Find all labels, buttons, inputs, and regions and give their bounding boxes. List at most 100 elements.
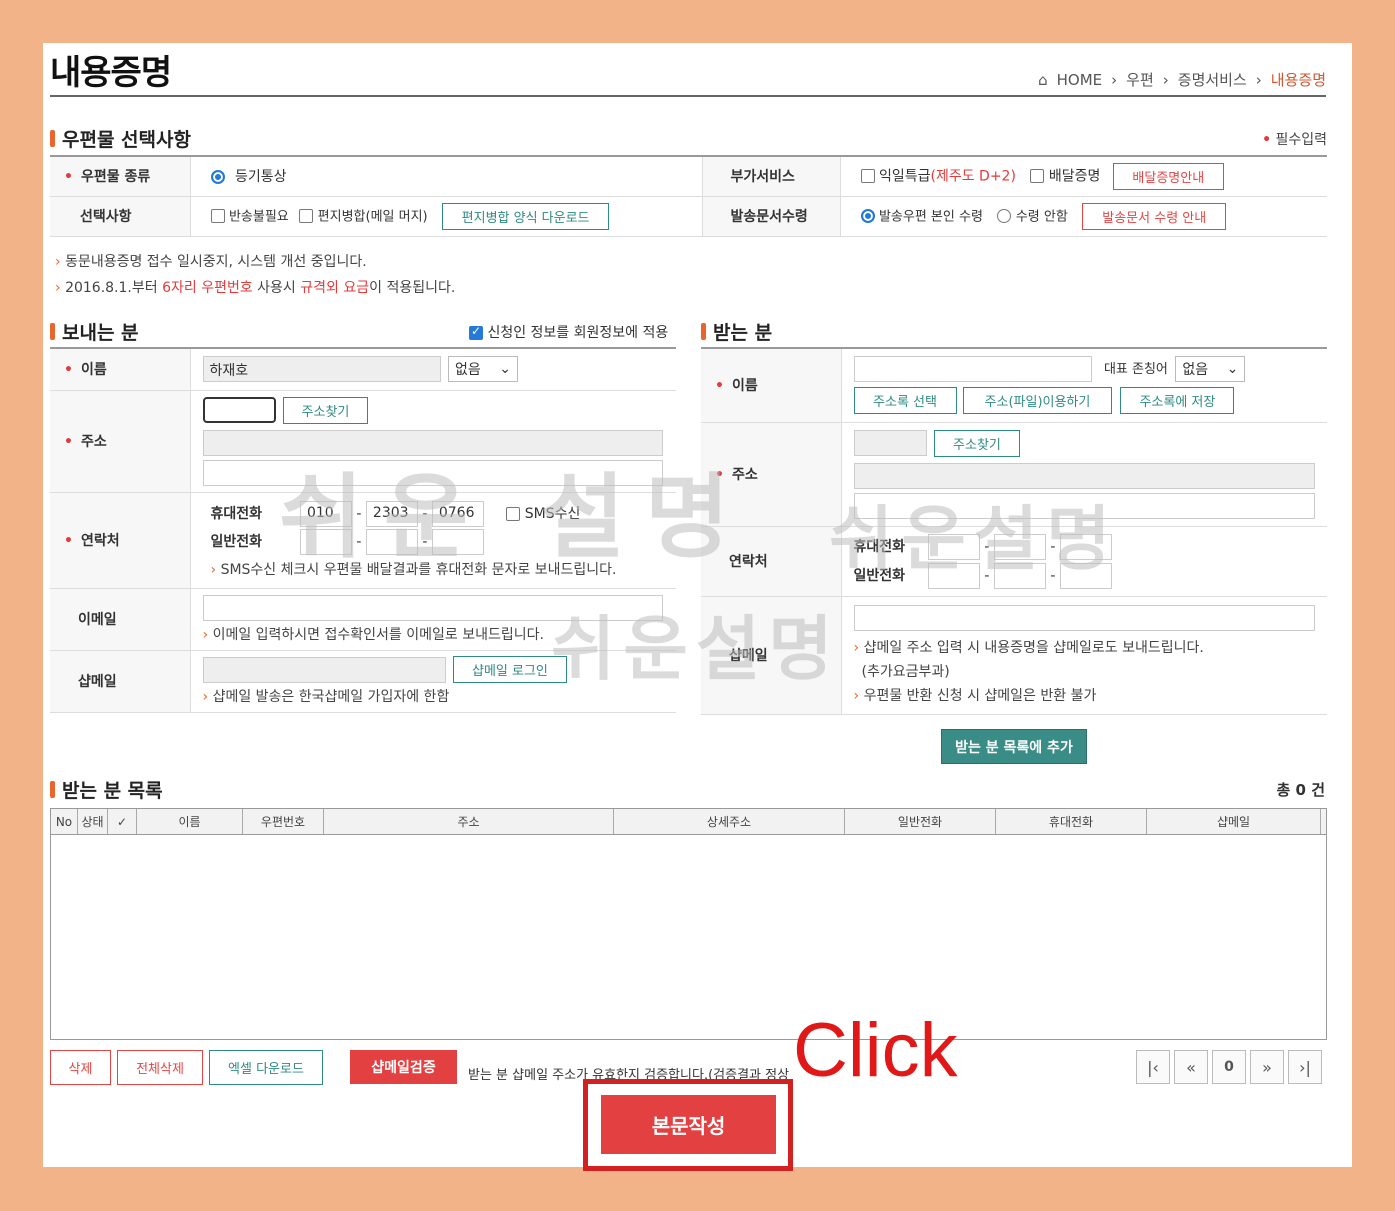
sender-phone-1[interactable] — [299, 529, 352, 555]
sender-address-detail-input[interactable] — [202, 459, 663, 486]
col-phone: 일반전화 — [845, 809, 996, 834]
home-icon[interactable]: ⌂ — [1038, 71, 1048, 89]
pagination: |‹ « 0 » ›| — [1136, 1050, 1322, 1084]
col-zipcode: 우편번호 — [243, 809, 324, 834]
breadcrumb-current: 내용증명 — [1270, 71, 1326, 89]
sender-address-search-button[interactable]: 주소찾기 — [282, 396, 368, 424]
receiver-address-input[interactable] — [853, 462, 1315, 489]
required-note: • 필수입력 — [1262, 132, 1327, 148]
receiver-zipcode-input[interactable] — [853, 430, 927, 456]
breadcrumb-home[interactable]: HOME — [1057, 71, 1103, 89]
content-panel: 내용증명 ⌂ HOME › 우편 › 증명서비스 › 내용증명 우편물 선택사항… — [43, 43, 1352, 1171]
sender-name-input[interactable]: 하재호 — [202, 356, 441, 383]
delete-button[interactable]: 삭제 — [50, 1050, 111, 1085]
col-address: 주소 — [324, 809, 614, 834]
receiver-table: • 이름 대표 존칭어 없음 ⌄ 주소록 선택 주소(파일)이용하기 주소록에 저장… — [701, 347, 1327, 715]
receive-self-radio[interactable] — [860, 209, 875, 223]
shopmail-note: 샵메일 발송은 한국샵메일 가입자에 한함 — [203, 686, 677, 706]
first-page-icon[interactable]: |‹ — [1136, 1050, 1170, 1084]
receiver-mobile-2[interactable] — [993, 533, 1046, 560]
excel-download-button[interactable]: 엑셀 다운로드 — [209, 1050, 323, 1085]
address-book-button[interactable]: 주소록 선택 — [853, 387, 957, 415]
sender-title-select[interactable]: 없음 ⌄ — [447, 356, 518, 383]
sender-table: • 이름 하재호 없음 ⌄ • 주소 주소찾기 • 연락처 휴대전화 010 -… — [50, 347, 676, 713]
receiver-address-search-button[interactable]: 주소찾기 — [933, 429, 1020, 457]
add-receiver-button[interactable]: 받는 분 목록에 추가 — [941, 729, 1087, 764]
express-checkbox[interactable] — [860, 169, 875, 184]
chevron-right-icon: › — [1162, 70, 1169, 89]
sender-shopmail-label: 샵메일 — [50, 650, 191, 713]
chevron-right-icon: › — [1255, 70, 1262, 89]
col-shopmail: 샵메일 — [1147, 809, 1321, 834]
receiver-mobile-3[interactable] — [1059, 533, 1112, 560]
receiver-shopmail-note-1b: (추가요금부과) — [861, 664, 950, 680]
current-page[interactable]: 0 — [1212, 1050, 1246, 1084]
receiver-phone-2[interactable] — [993, 562, 1046, 589]
sms-note: SMS수신 체크시 우편물 배달결과를 휴대전화 문자로 보내드립니다. — [211, 559, 677, 579]
shopmail-login-button[interactable]: 샵메일 로그인 — [452, 656, 567, 683]
receiver-phone-3[interactable] — [1059, 562, 1112, 589]
receiver-shopmail-input[interactable] — [853, 605, 1315, 631]
next-page-icon[interactable]: » — [1250, 1050, 1284, 1084]
click-annotation: Click — [793, 1008, 958, 1093]
receiver-address-detail-input[interactable] — [853, 492, 1315, 519]
write-content-button[interactable]: 본문작성 — [601, 1095, 776, 1154]
sender-email-input[interactable] — [202, 594, 663, 621]
delete-all-button[interactable]: 전체삭제 — [117, 1050, 203, 1085]
list-header: No 상태 ✓ 이름 우편번호 주소 상세주소 일반전화 휴대전화 샵메일 — [51, 809, 1326, 835]
doc-receive-guide-button[interactable]: 발송문서 수령 안내 — [1082, 202, 1227, 230]
sender-zipcode-input[interactable] — [202, 397, 276, 423]
mail-type-radio[interactable] — [210, 170, 225, 185]
select-options-label: 선택사항 — [50, 196, 191, 237]
receiver-list-title: 받는 분 목록 — [50, 776, 163, 803]
apply-member-option: 신청인 정보를 회원정보에 적용 — [469, 322, 668, 342]
receiver-phone-1[interactable] — [927, 562, 980, 589]
delivery-proof-guide-button[interactable]: 배달증명안내 — [1112, 162, 1224, 190]
col-check[interactable]: ✓ — [108, 809, 137, 834]
breadcrumb-cert[interactable]: 증명서비스 — [1178, 69, 1247, 90]
receiver-title: 받는 분 — [701, 318, 772, 345]
notice-line-2: 2016.8.1.부터 6자리 우편번호 사용시 규격외 요금이 적용됩니다. — [55, 277, 455, 297]
sender-phone-2[interactable] — [365, 529, 418, 555]
col-no: No — [51, 809, 78, 834]
receive-none-radio[interactable] — [997, 209, 1012, 223]
breadcrumb: ⌂ HOME › 우편 › 증명서비스 › 내용증명 — [1038, 69, 1326, 90]
title-divider — [50, 95, 1326, 97]
notice-line-1: 동문내용증명 접수 일시중지, 시스템 개선 중입니다. — [55, 251, 367, 271]
sender-mobile-2[interactable]: 2303 — [365, 501, 418, 527]
last-page-icon[interactable]: ›| — [1288, 1050, 1322, 1084]
receiver-shopmail-label: 샵메일 — [701, 596, 842, 715]
no-return-checkbox[interactable] — [210, 209, 225, 223]
sender-phone-3[interactable] — [431, 529, 484, 555]
sender-shopmail-input[interactable] — [202, 656, 446, 683]
receiver-shopmail-note-1: 샵메일 주소 입력 시 내용증명을 샵메일로도 보내드립니다. — [854, 637, 1328, 657]
chevron-right-icon: › — [1111, 70, 1118, 89]
breadcrumb-post[interactable]: 우편 — [1126, 69, 1154, 90]
honorific-select[interactable]: 없음 ⌄ — [1175, 356, 1246, 383]
receiver-shopmail-note-2: 우편물 반환 신청 시 샵메일은 반환 불가 — [854, 685, 1328, 705]
col-name: 이름 — [137, 809, 243, 834]
receiver-name-input[interactable] — [853, 356, 1092, 383]
receiver-contact-label: 연락처 — [701, 526, 842, 597]
sender-title: 보내는 분 — [50, 318, 139, 345]
merge-template-download-button[interactable]: 편지병합 양식 다운로드 — [442, 202, 610, 230]
save-address-book-button[interactable]: 주소록에 저장 — [1120, 387, 1235, 415]
mail-type-label: 등기통상 — [234, 169, 287, 186]
receiver-list-table: No 상태 ✓ 이름 우편번호 주소 상세주소 일반전화 휴대전화 샵메일 — [50, 808, 1327, 1040]
email-note: 이메일 입력하시면 접수확인서를 이메일로 보내드립니다. — [203, 624, 677, 644]
prev-page-icon[interactable]: « — [1174, 1050, 1208, 1084]
mail-options-table: • 우편물 종류 등기통상 부가서비스 익일특급(제주도 D+2) 배달증명 배달… — [50, 155, 1327, 237]
sender-mobile-3[interactable]: 0766 — [431, 501, 484, 527]
sms-checkbox[interactable] — [506, 507, 521, 521]
address-file-button[interactable]: 주소(파일)이용하기 — [962, 387, 1112, 415]
receiver-mobile-1[interactable] — [927, 533, 980, 560]
shopmail-verify-button[interactable]: 샵메일검증 — [350, 1050, 457, 1084]
sender-address-input[interactable] — [202, 429, 663, 456]
sender-mobile-1[interactable]: 010 — [299, 501, 352, 527]
apply-member-checkbox[interactable] — [469, 324, 483, 340]
mail-merge-checkbox[interactable] — [299, 209, 314, 223]
delivery-proof-checkbox[interactable] — [1030, 169, 1045, 184]
col-status: 상태 — [78, 809, 108, 834]
chevron-down-icon: ⌄ — [1226, 361, 1239, 378]
extra-service-label: 부가서비스 — [701, 156, 841, 197]
